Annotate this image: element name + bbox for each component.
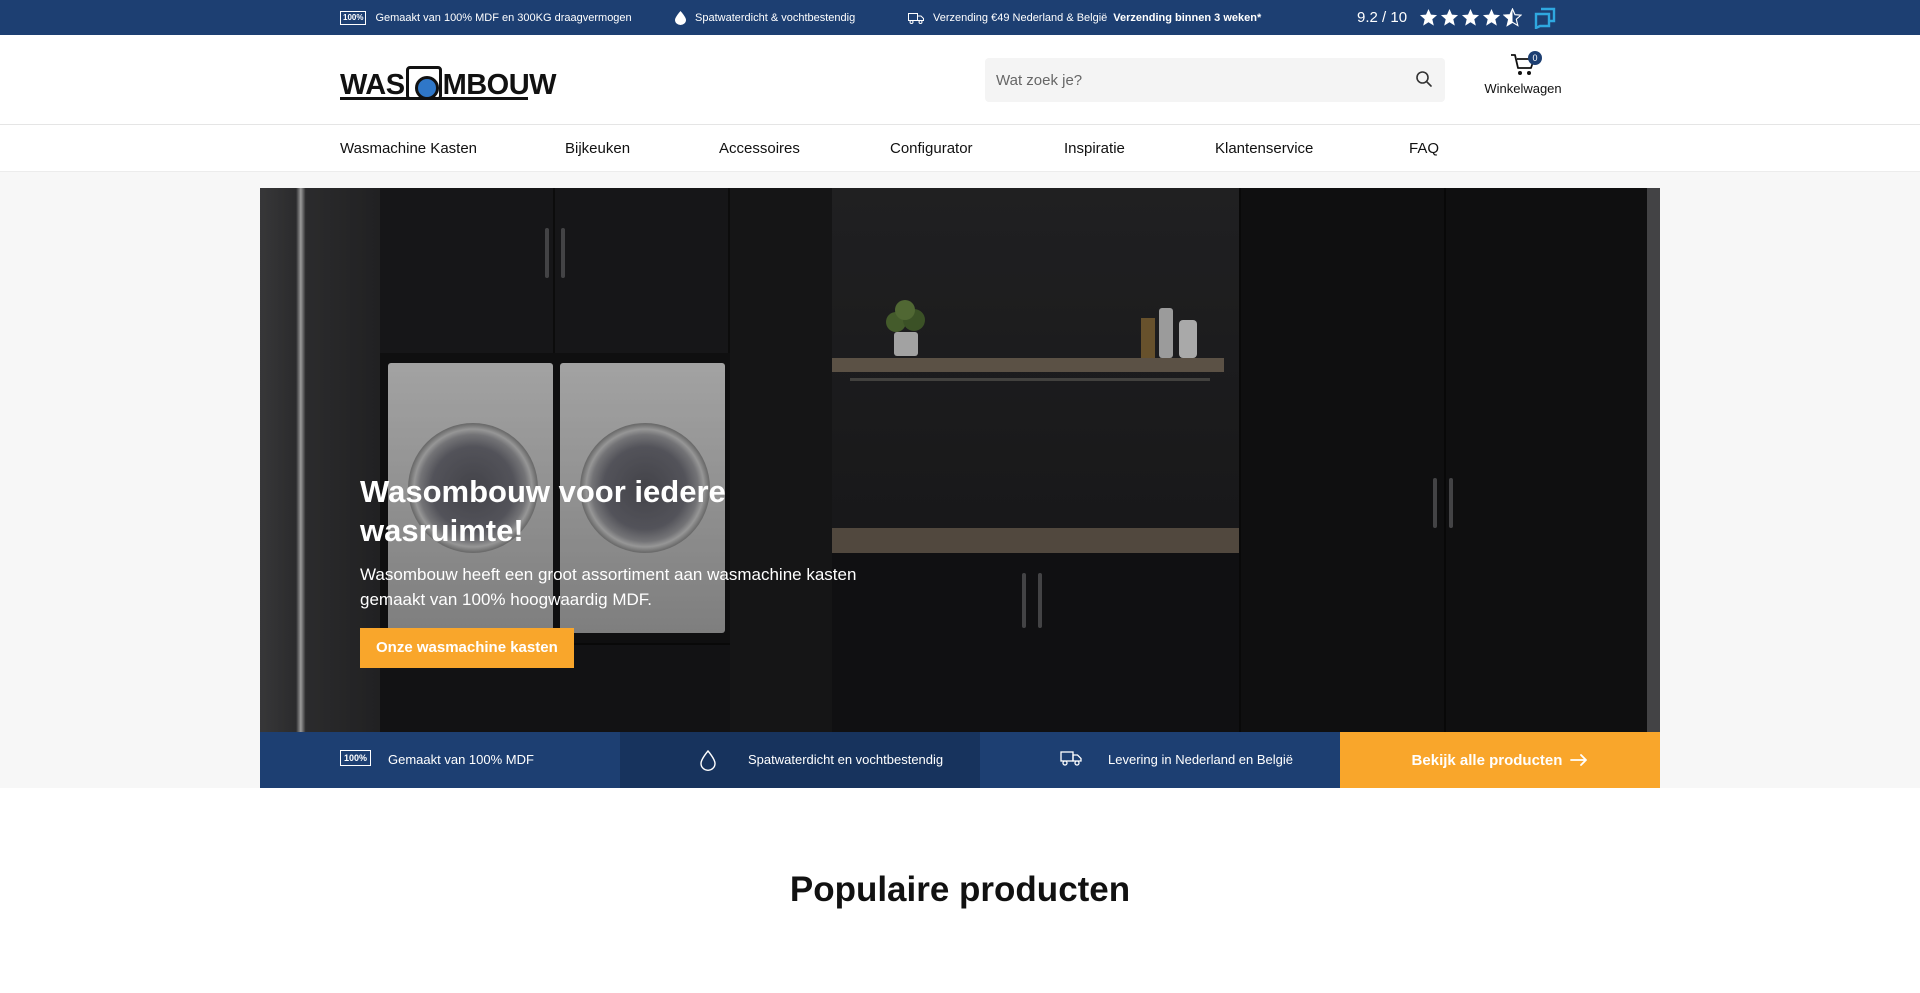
hero-subtitle: Wasombouw heeft een groot assortiment aa… [360, 565, 857, 609]
nav-item-klantenservice[interactable]: Klantenservice [1215, 125, 1313, 172]
topbar-usp-shipping: Verzending €49 Nederland & België Verzen… [908, 0, 1261, 35]
star-icon [1461, 8, 1480, 26]
site-header: WAS MBOUW 0 Winkelwagen [0, 35, 1920, 125]
topbar-usp-shipping-text: Verzending €49 Nederland & België [933, 11, 1108, 24]
water-drop-icon [675, 10, 686, 25]
badge-100-icon: 100% [340, 10, 367, 25]
kiyoh-logo-icon [1534, 7, 1556, 29]
usp-strip-text-mdf: Gemaakt van 100% MDF [388, 752, 534, 767]
rating-score: 9.2 / 10 [1357, 9, 1408, 26]
usp-strip-item-mdf: 100% Gemaakt van 100% MDF [260, 732, 620, 788]
search-icon[interactable] [1415, 70, 1433, 88]
nav-item-configurator[interactable]: Configurator [890, 125, 973, 172]
section-title-popular-products: Populaire producten [789, 870, 1131, 909]
rating-stars [1419, 8, 1523, 27]
logo-text-right: MBOUW [442, 69, 557, 101]
star-half-icon [1503, 8, 1523, 27]
search-input[interactable] [985, 58, 1385, 102]
view-all-products-button[interactable]: Bekijk alle producten [1340, 732, 1660, 788]
usp-strip-text-delivery: Levering in Nederland en België [1108, 752, 1294, 767]
topbar-usp-water-text: Spatwaterdicht & vochtbestendig [695, 11, 856, 24]
topbar-usp-mdf: 100% Gemaakt van 100% MDF en 300KG draag… [340, 0, 632, 35]
washing-machine-logo-icon [405, 66, 442, 100]
nav-item-accessoires[interactable]: Accessoires [719, 125, 800, 172]
rating-widget[interactable]: 9.2 / 10 [1357, 0, 1556, 35]
badge-100-icon: 100% [340, 750, 372, 766]
truck-icon [1060, 750, 1082, 766]
logo-text-left: WAS [340, 69, 405, 101]
site-logo[interactable]: WAS MBOUW [340, 60, 557, 101]
cart-button[interactable]: 0 Winkelwagen [1478, 51, 1568, 103]
top-usp-bar: 100% Gemaakt van 100% MDF en 300KG draag… [0, 0, 1920, 35]
truck-icon [908, 12, 924, 24]
usp-strip-text-water: Spatwaterdicht en vochtbestendig [748, 752, 944, 767]
nav-item-wasmachine-kasten[interactable]: Wasmachine Kasten [340, 125, 477, 172]
search-box [985, 58, 1445, 102]
usp-strip-item-delivery: Levering in Nederland en België [980, 732, 1340, 788]
cart-count-badge: 0 [1528, 51, 1542, 65]
view-all-products-label: Bekijk alle producten [1411, 751, 1563, 769]
star-icon [1419, 8, 1438, 26]
hero-banner: Wasombouw voor iedere wasruimte! Wasombo… [260, 188, 1660, 732]
hero-cta-button[interactable]: Onze wasmachine kasten [360, 628, 574, 668]
usp-strip-item-water: Spatwaterdicht en vochtbestendig [620, 732, 980, 788]
hero-title: Wasombouw voor iedere wasruimte! [360, 474, 726, 548]
topbar-usp-mdf-text: Gemaakt van 100% MDF en 300KG draagvermo… [375, 11, 632, 24]
nav-item-bijkeuken[interactable]: Bijkeuken [565, 125, 630, 172]
arrow-right-icon [1570, 754, 1588, 766]
star-icon [1440, 8, 1459, 26]
water-drop-icon [700, 750, 716, 771]
star-icon [1482, 8, 1501, 26]
nav-item-inspiratie[interactable]: Inspiratie [1064, 125, 1125, 172]
main-nav: Wasmachine Kasten Bijkeuken Accessoires … [0, 125, 1920, 172]
nav-item-faq[interactable]: FAQ [1409, 125, 1439, 172]
logo-underline [340, 97, 528, 100]
cart-label: Winkelwagen [1484, 81, 1562, 96]
topbar-usp-shipping-bold: Verzending binnen 3 weken* [1113, 11, 1262, 24]
topbar-usp-water: Spatwaterdicht & vochtbestendig [675, 0, 855, 35]
